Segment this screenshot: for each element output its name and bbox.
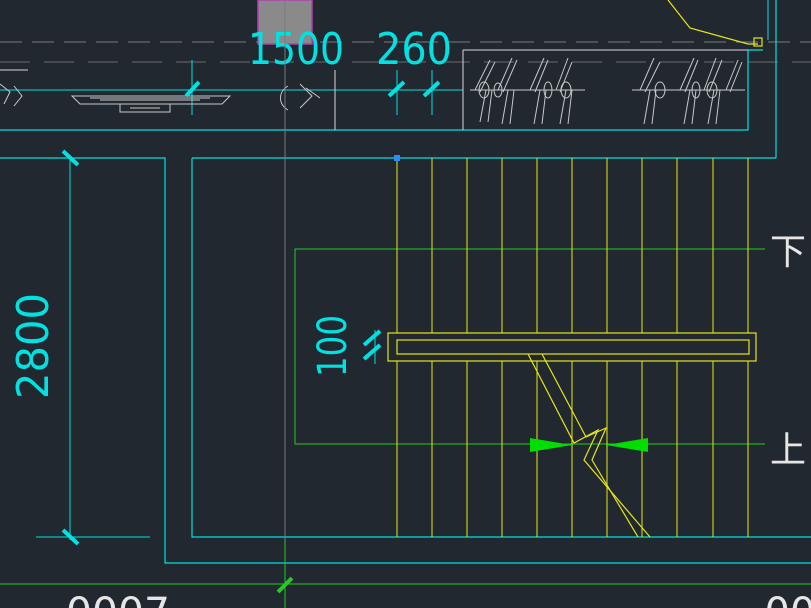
- dimension-text-2800: 2800: [8, 293, 59, 399]
- dimension-tick: [362, 329, 382, 347]
- stair-note-up: 上: [770, 430, 806, 471]
- dimension-tick: [362, 343, 382, 361]
- top-section: 1500 260: [0, 0, 811, 158]
- handrail-outer: [387, 332, 757, 362]
- bottom-dimension-right: 00: [765, 590, 811, 608]
- dimension-text-100: 100: [310, 315, 356, 377]
- slope-line: [667, 0, 758, 45]
- rail-bracket-detail: [0, 83, 321, 113]
- dimension-text-1500: 1500: [248, 24, 344, 75]
- grip-point-selected[interactable]: [394, 155, 400, 161]
- cad-drawing-canvas[interactable]: 1500 260 2800 100 下 上: [0, 0, 811, 608]
- dimension-text-260: 260: [376, 24, 452, 75]
- baluster-detail: [470, 57, 745, 125]
- bottom-dimension-left: 0007: [66, 590, 170, 608]
- stair-note-down: 下: [770, 232, 806, 273]
